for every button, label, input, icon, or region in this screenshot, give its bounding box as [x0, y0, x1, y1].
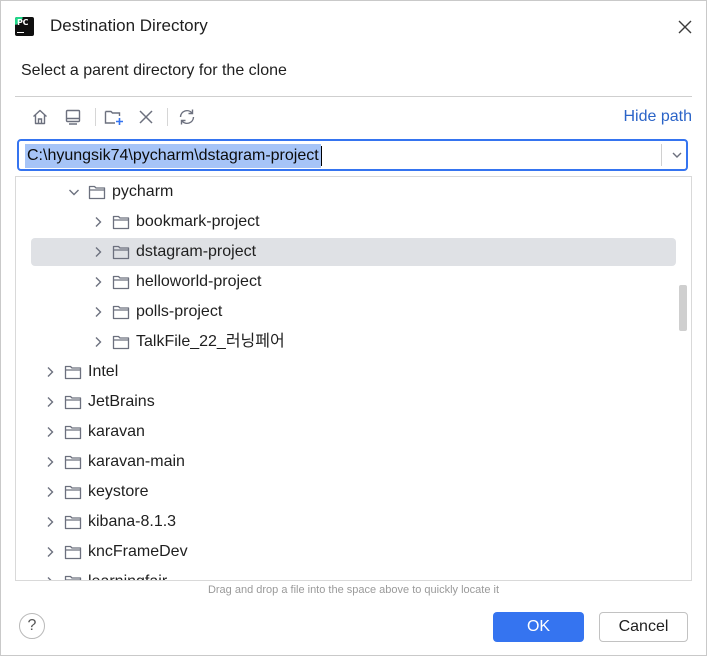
help-icon: ? — [27, 617, 37, 634]
folder-icon — [64, 395, 82, 410]
folder-icon — [64, 365, 82, 380]
drag-drop-hint: Drag and drop a file into the space abov… — [207, 584, 500, 596]
dialog-subtitle: Select a parent directory for the clone — [21, 62, 287, 79]
tree-item[interactable]: helloworld-project — [16, 267, 691, 297]
chevron-right-icon[interactable] — [43, 485, 57, 499]
tree-item[interactable]: kncFrameDev — [16, 537, 691, 567]
dialog-title: Destination Directory — [50, 16, 208, 35]
folder-icon — [64, 425, 82, 440]
folder-icon — [64, 575, 82, 580]
text-caret — [321, 146, 322, 166]
chevron-right-icon[interactable] — [91, 245, 105, 259]
chevron-down-icon[interactable] — [67, 185, 81, 199]
tree-item-label: polls-project — [136, 303, 223, 320]
hide-path-link[interactable]: Hide path — [624, 108, 693, 126]
close-button[interactable] — [673, 15, 697, 39]
tree-item-label: pycharm — [112, 183, 174, 200]
toolbar: Hide path — [15, 102, 692, 132]
new-folder-button[interactable] — [101, 104, 127, 130]
tree-item-label: bookmark-project — [136, 213, 260, 230]
refresh-icon — [179, 109, 195, 125]
folder-icon — [64, 455, 82, 470]
help-button[interactable]: ? — [19, 613, 45, 639]
chevron-right-icon[interactable] — [43, 455, 57, 469]
folder-icon — [64, 515, 82, 530]
chevron-right-icon[interactable] — [43, 425, 57, 439]
title-bar: PC Destination Directory — [1, 1, 706, 51]
desktop-button[interactable] — [60, 104, 86, 130]
folder-icon — [64, 485, 82, 500]
folder-icon — [88, 185, 106, 200]
delete-button[interactable] — [133, 104, 159, 130]
tree-item[interactable]: TalkFile_22_러닝페어 — [16, 327, 691, 357]
refresh-button[interactable] — [174, 104, 200, 130]
folder-icon — [112, 335, 130, 350]
home-button[interactable] — [27, 104, 53, 130]
tree-item[interactable]: learningfair — [16, 567, 691, 581]
folder-icon — [112, 215, 130, 230]
folder-icon — [112, 275, 130, 290]
chevron-right-icon[interactable] — [43, 365, 57, 379]
tree-item[interactable]: karavan — [16, 417, 691, 447]
tree-item-label: karavan-main — [88, 453, 185, 470]
home-icon — [33, 109, 47, 125]
tree-item[interactable]: karavan-main — [16, 447, 691, 477]
tree-item-label: TalkFile_22_러닝페어 — [136, 333, 285, 350]
tree-item-label: helloworld-project — [136, 273, 262, 290]
chevron-right-icon[interactable] — [43, 395, 57, 409]
folder-icon — [64, 545, 82, 560]
tree-item[interactable]: keystore — [16, 477, 691, 507]
desktop-icon — [65, 109, 81, 125]
directory-tree[interactable]: pycharm bookmark-project dstagram-project h… — [15, 176, 692, 581]
cancel-button[interactable]: Cancel — [599, 612, 688, 642]
chevron-down-icon — [672, 152, 682, 158]
tree-item-label: keystore — [88, 483, 149, 500]
folder-icon — [112, 305, 130, 320]
tree-item-label: kibana-8.1.3 — [88, 513, 177, 530]
pycharm-app-icon: PC — [15, 17, 34, 36]
tree-item[interactable]: dstagram-project — [16, 237, 691, 267]
tree-item-label: Intel — [88, 363, 119, 380]
destination-directory-dialog: PC Destination Directory Select a parent… — [0, 0, 707, 656]
tree-item-label: kncFrameDev — [88, 543, 188, 560]
header-separator — [15, 96, 692, 97]
tree-item[interactable]: bookmark-project — [16, 207, 691, 237]
chevron-right-icon[interactable] — [43, 575, 57, 581]
ok-button[interactable]: OK — [493, 612, 584, 642]
chevron-right-icon[interactable] — [91, 275, 105, 289]
chevron-right-icon[interactable] — [91, 335, 105, 349]
tree-item[interactable]: polls-project — [16, 297, 691, 327]
close-icon — [678, 20, 692, 34]
path-field[interactable]: C:\hyungsik74\pycharm\dstagram-project — [17, 139, 688, 171]
tree-item-label: karavan — [88, 423, 145, 440]
chevron-right-icon[interactable] — [43, 545, 57, 559]
chevron-right-icon[interactable] — [91, 215, 105, 229]
tree-item[interactable]: Intel — [16, 357, 691, 387]
chevron-right-icon[interactable] — [91, 305, 105, 319]
tree-item-label: dstagram-project — [136, 243, 257, 260]
tree-item-label: learningfair — [88, 572, 167, 580]
chevron-right-icon[interactable] — [43, 515, 57, 529]
tree-item[interactable]: kibana-8.1.3 — [16, 507, 691, 537]
tree-item[interactable]: JetBrains — [16, 387, 691, 417]
app-icon-text: PC — [17, 18, 29, 27]
delete-icon — [139, 110, 153, 124]
path-input[interactable]: C:\hyungsik74\pycharm\dstagram-project — [25, 144, 321, 168]
tree-item[interactable]: pycharm — [16, 177, 691, 207]
new-folder-icon — [104, 110, 123, 125]
path-history-dropdown[interactable] — [665, 141, 689, 169]
folder-icon — [112, 245, 130, 260]
tree-item-label: JetBrains — [88, 393, 155, 410]
